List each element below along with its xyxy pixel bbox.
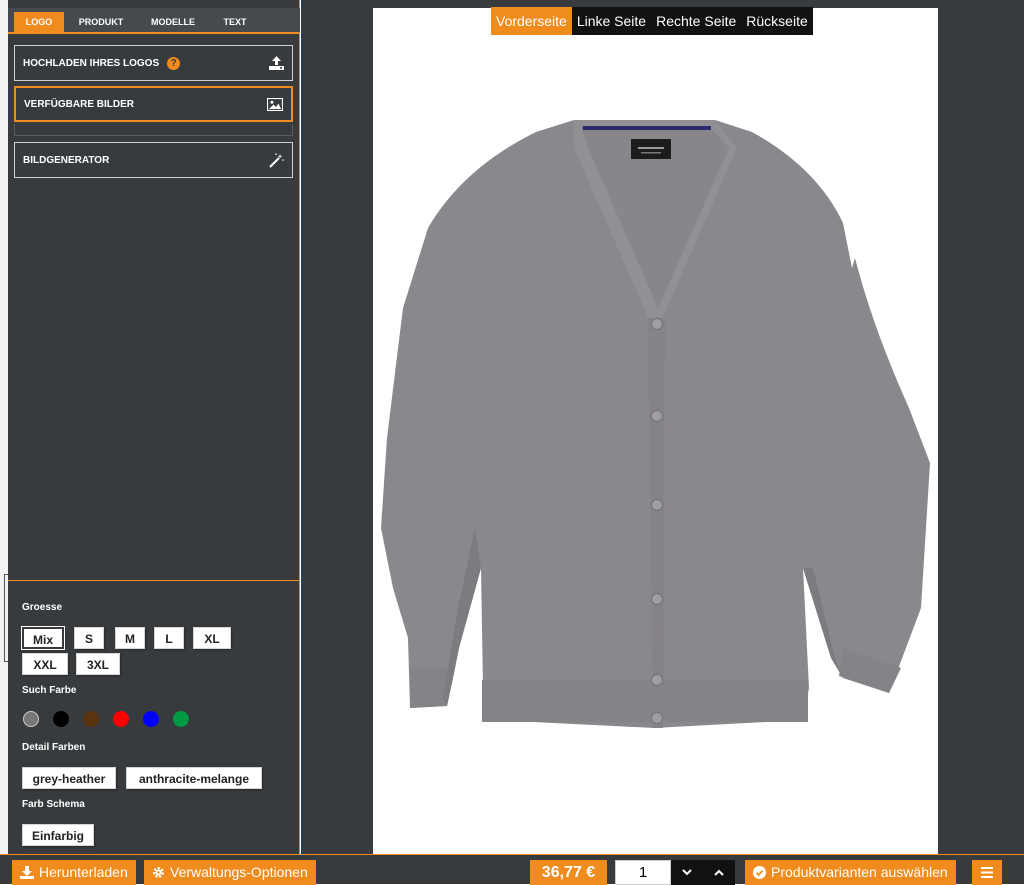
view-tabs: Vorderseite Linke Seite Rechte Seite Rüc… <box>491 7 813 35</box>
page-backdrop <box>0 0 8 884</box>
view-tab-back[interactable]: Rückseite <box>741 7 813 35</box>
sidebar-divider <box>8 580 300 581</box>
scheme-einfarbig[interactable]: Einfarbig <box>22 824 94 846</box>
magic-wand-icon <box>268 152 284 168</box>
detail-color-grey-heather[interactable]: grey-heather <box>22 767 116 789</box>
size-xl[interactable]: XL <box>193 627 231 649</box>
price-display: 36,77 € <box>530 860 607 885</box>
upload-logo-button[interactable]: HOCHLADEN IHRES LOGOS ? <box>14 45 293 81</box>
button <box>651 712 663 724</box>
image-generator-button[interactable]: BILDGENERATOR <box>14 142 293 178</box>
quantity-increase-button[interactable] <box>703 860 735 885</box>
view-tab-left[interactable]: Linke Seite <box>571 7 652 35</box>
image-generator-label: BILDGENERATOR <box>23 154 110 166</box>
swatch-brown[interactable] <box>83 711 99 727</box>
available-images-button[interactable]: VERFÜGBARE BILDER <box>14 86 293 122</box>
help-icon[interactable]: ? <box>167 56 181 70</box>
design-stage: Vorderseite Linke Seite Rechte Seite Rüc… <box>301 0 1024 854</box>
download-icon <box>20 866 34 879</box>
button <box>651 674 663 686</box>
product-variants-button[interactable]: Produktvarianten auswählen <box>745 860 956 885</box>
swatch-grey[interactable] <box>23 711 39 727</box>
collar-stripe <box>583 126 711 130</box>
download-button[interactable]: Herunterladen <box>12 860 136 885</box>
sidebar: LOGO PRODUKT MODELLE TEXT HOCHLADEN IHRE… <box>8 0 300 854</box>
button <box>651 593 663 605</box>
designer-app: LOGO PRODUKT MODELLE TEXT HOCHLADEN IHRE… <box>0 0 1024 885</box>
swatch-red[interactable] <box>113 711 129 727</box>
size-3xl[interactable]: 3XL <box>76 653 120 675</box>
check-circle-icon <box>753 866 766 879</box>
quantity-input[interactable] <box>615 860 671 885</box>
tab-text[interactable]: TEXT <box>214 12 256 32</box>
button <box>651 410 663 422</box>
sidebar-tabs: LOGO PRODUKT MODELLE TEXT <box>8 8 300 34</box>
quantity-decrease-button[interactable] <box>671 860 703 885</box>
product-canvas[interactable] <box>373 8 938 854</box>
hamburger-icon <box>981 867 993 878</box>
swatch-green[interactable] <box>173 711 189 727</box>
admin-options-label: Verwaltungs-Optionen <box>170 864 308 880</box>
size-xxl[interactable]: XXL <box>22 653 68 675</box>
size-s[interactable]: S <box>74 627 104 649</box>
product-variants-label: Produktvarianten auswählen <box>771 864 948 880</box>
color-search-label: Such Farbe <box>22 685 77 696</box>
tab-produkt[interactable]: PRODUKT <box>70 12 132 32</box>
upload-icon <box>268 55 284 71</box>
swatch-blue[interactable] <box>143 711 159 727</box>
download-label: Herunterladen <box>39 864 128 880</box>
view-tab-right[interactable]: Rechte Seite <box>651 7 742 35</box>
size-m[interactable]: M <box>115 627 145 649</box>
menu-button[interactable] <box>972 860 1002 885</box>
gear-icon <box>153 867 164 878</box>
tab-modelle[interactable]: MODELLE <box>142 12 204 32</box>
size-label: Groesse <box>22 602 63 613</box>
admin-options-button[interactable]: Verwaltungs-Optionen <box>144 860 316 885</box>
tab-logo[interactable]: LOGO <box>14 12 64 32</box>
button <box>651 318 663 330</box>
available-images-label: VERFÜGBARE BILDER <box>24 98 135 110</box>
available-images-dropdown <box>14 124 293 136</box>
view-tab-front[interactable]: Vorderseite <box>491 7 572 35</box>
button <box>651 499 663 511</box>
swatch-black[interactable] <box>53 711 69 727</box>
size-l[interactable]: L <box>154 627 184 649</box>
detail-colors-label: Detail Farben <box>22 742 86 753</box>
size-mix[interactable]: Mix <box>21 626 65 650</box>
scheme-label: Farb Schema <box>22 799 85 810</box>
image-icon <box>267 96 283 112</box>
chevron-down-icon <box>682 869 692 876</box>
chevron-up-icon <box>714 869 724 876</box>
upload-logo-label: HOCHLADEN IHRES LOGOS <box>23 57 160 69</box>
bottom-toolbar: Herunterladen Verwaltungs-Optionen 36,77… <box>0 854 1024 885</box>
cardigan-image <box>381 120 930 728</box>
detail-color-anthracite-melange[interactable]: anthracite-melange <box>126 767 262 789</box>
